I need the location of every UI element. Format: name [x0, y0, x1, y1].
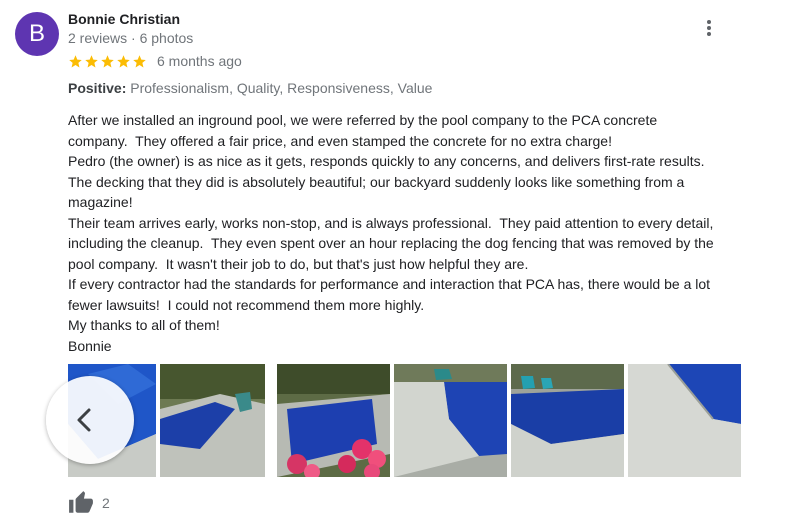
review-time: 6 months ago: [157, 53, 242, 69]
review-photo[interactable]: [277, 364, 390, 477]
star-icon: [101, 54, 114, 67]
pool-photo-4: [394, 364, 507, 477]
star-icon: [117, 54, 130, 67]
review-line: After we installed an inground pool, we …: [68, 112, 658, 128]
thumbs-up-icon: [69, 491, 93, 513]
review-line: My thanks to all of them!: [68, 317, 220, 333]
more-vert-icon: [707, 20, 711, 24]
review-line: Their team arrives early, works non-stop…: [68, 214, 714, 231]
star-icon: [85, 54, 98, 67]
avatar[interactable]: B: [15, 12, 59, 56]
star-icon: [133, 54, 146, 67]
review-line: The decking that they did is absolutely …: [68, 173, 685, 190]
pool-photo-3: [277, 364, 390, 477]
reviewer-meta: 2 reviews · 6 photos: [68, 30, 194, 46]
positive-label: Positive:: [68, 80, 127, 96]
photo-strip: [68, 364, 741, 477]
like-button[interactable]: 2: [68, 490, 110, 516]
pool-photo-2: [160, 364, 265, 477]
previous-photo-button[interactable]: [46, 376, 134, 464]
more-vert-icon-dot: [707, 32, 711, 36]
review-line: magazine!: [68, 194, 133, 210]
review-line: If every contractor had the standards fo…: [68, 276, 711, 292]
review-line: including the cleanup. They even spent o…: [68, 235, 714, 251]
more-vert-icon-dot: [707, 26, 711, 30]
review-text: After we installed an inground pool, we …: [68, 110, 758, 356]
review-photo[interactable]: [160, 364, 265, 477]
rating-row: 6 months ago: [68, 53, 242, 69]
pool-photo-5: [511, 364, 624, 477]
star-rating: [68, 54, 147, 69]
review-line: pool company. It wasn't their job to do,…: [68, 255, 529, 272]
review-line: company. They offered a fair price, and …: [68, 132, 612, 149]
review-photo[interactable]: [628, 364, 741, 477]
like-count: 2: [102, 495, 110, 511]
review-line: Pedro (the owner) is as nice as it gets,…: [68, 153, 705, 169]
pool-photo-6: [628, 364, 741, 477]
review-photo[interactable]: [511, 364, 624, 477]
review-photo[interactable]: [394, 364, 507, 477]
reviewer-name[interactable]: Bonnie Christian: [68, 11, 180, 27]
chevron-left-icon: [77, 408, 91, 432]
positive-values: Professionalism, Quality, Responsiveness…: [130, 80, 433, 96]
star-icon: [69, 54, 82, 67]
more-options-button[interactable]: [698, 18, 720, 42]
review-line: Bonnie: [68, 337, 112, 354]
review-line: fewer lawsuits! I could not recommend th…: [68, 296, 425, 313]
positive-attributes: Positive: Professionalism, Quality, Resp…: [68, 80, 432, 96]
